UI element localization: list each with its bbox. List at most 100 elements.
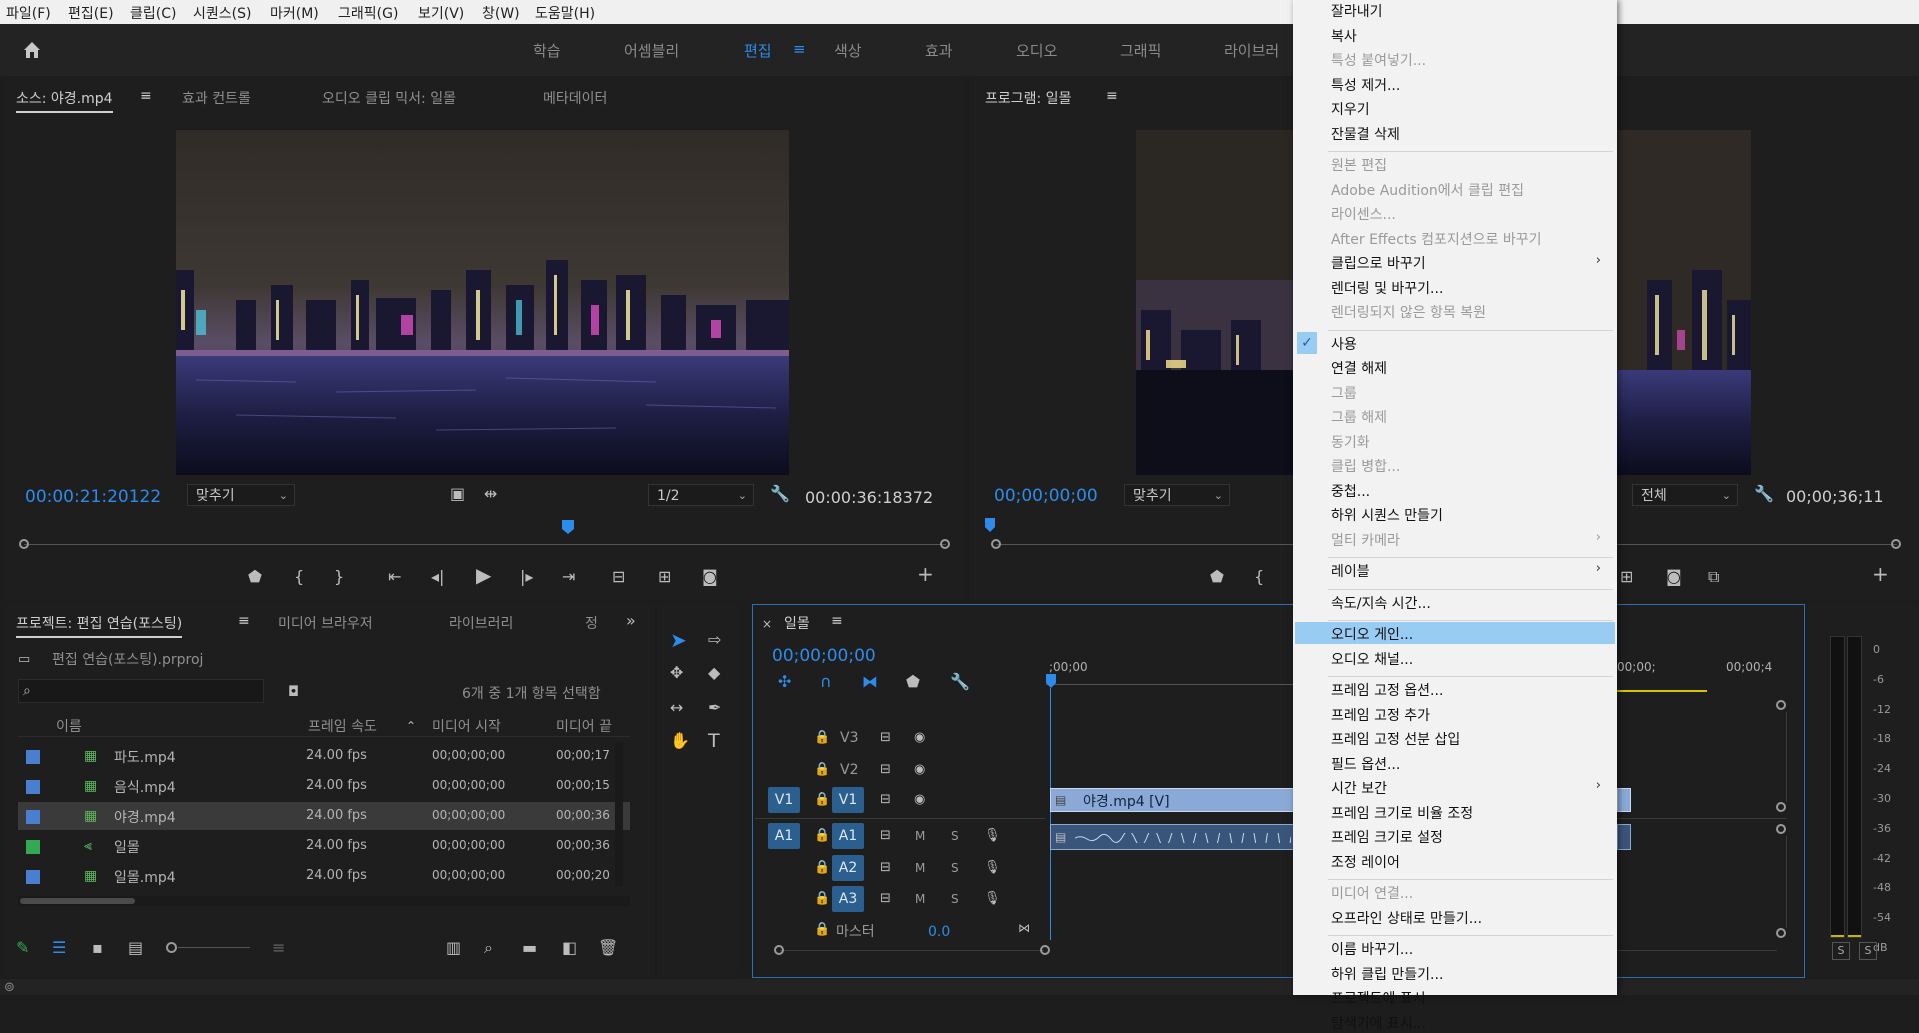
mute-button[interactable]: M xyxy=(915,861,925,875)
project-horizontal-scrollbar[interactable] xyxy=(18,896,630,906)
context-menu-item[interactable]: 프레임 크기로 비율 조정 xyxy=(1295,801,1615,823)
label-color-swatch[interactable] xyxy=(26,780,40,794)
sync-lock-icon[interactable]: ⊟ xyxy=(880,730,891,746)
context-menu-item[interactable]: 프레임 고정 추가 xyxy=(1295,703,1615,725)
workspace-effects[interactable]: 효과 xyxy=(925,40,953,61)
timeline-zoom-bar-right[interactable] xyxy=(1617,950,1777,951)
project-item-row[interactable]: ▦ 일몰.mp4 24.00 fps 00;00;00;00 00;00;20 xyxy=(18,862,630,890)
menu-sequence[interactable]: 시퀀스(S) xyxy=(193,3,251,23)
track-a2-label[interactable]: A2 xyxy=(832,855,864,881)
track-v3-label[interactable]: V3 xyxy=(840,730,858,746)
meter-solo-right[interactable]: S xyxy=(1859,942,1877,960)
vertical-scroll-track[interactable] xyxy=(1786,712,1787,802)
track-a1-label[interactable]: A1 xyxy=(832,823,864,849)
workspace-color[interactable]: 색상 xyxy=(834,40,862,61)
slip-tool-icon[interactable]: ↔ xyxy=(670,700,683,716)
context-menu-item[interactable]: 프레임 고정 선분 삽입 xyxy=(1295,727,1615,749)
meter-solo-left[interactable]: S xyxy=(1832,942,1850,960)
context-menu-item[interactable]: 레이블 › xyxy=(1295,559,1615,581)
sort-icon[interactable]: ≡ xyxy=(272,940,285,956)
panel-menu-icon[interactable]: ≡ xyxy=(831,613,843,629)
program-scrub-bar-right[interactable] xyxy=(1617,544,1897,545)
tab-info[interactable]: 정 xyxy=(585,613,598,633)
sync-lock-icon[interactable]: ⊟ xyxy=(880,860,891,876)
eye-icon[interactable]: ◉ xyxy=(914,762,925,778)
context-menu-item[interactable]: 중첩... xyxy=(1295,479,1615,501)
microphone-icon[interactable]: 🎙 xyxy=(984,891,1001,907)
mute-button[interactable]: M xyxy=(915,829,925,843)
column-media-start[interactable]: 미디어 시작 xyxy=(432,716,501,736)
project-search-input[interactable]: ⌕ xyxy=(18,679,264,703)
mark-in-icon[interactable]: { xyxy=(294,569,304,585)
solo-button[interactable]: S xyxy=(951,829,959,843)
nest-icon[interactable]: ✣ xyxy=(778,674,791,690)
timeline-zoom-handle-left[interactable] xyxy=(774,945,784,955)
item-name[interactable]: 음식.mp4 xyxy=(114,777,176,797)
source-scrub-bar[interactable] xyxy=(24,544,946,545)
home-icon[interactable] xyxy=(22,40,42,60)
track-v1-label[interactable]: V1 xyxy=(832,787,864,813)
timeline-timecode[interactable]: 00;00;00;00 xyxy=(772,646,876,666)
source-fit-dropdown[interactable]: 맞추기 ⌄ xyxy=(187,484,295,506)
program-scrub-bar[interactable] xyxy=(996,544,1293,545)
tab-project[interactable]: 프로젝트: 편집 연습(포스팅) xyxy=(16,613,183,638)
project-item-row[interactable]: ▦ 파도.mp4 24.00 fps 00;00;00;00 00;00;17 xyxy=(18,742,630,770)
wrench-icon[interactable]: 🔧 xyxy=(1754,486,1774,502)
video-clip-end[interactable] xyxy=(1617,788,1631,812)
menu-help[interactable]: 도움말(H) xyxy=(535,3,595,23)
timeline-zoom-bar[interactable] xyxy=(780,950,1044,951)
lock-icon[interactable]: 🔒 xyxy=(814,730,830,746)
project-item-row[interactable]: ⫷ 일몰 24.00 fps 00;00;00;00 00;00;36 xyxy=(18,832,630,860)
vertical-zoom-handle-top[interactable] xyxy=(1776,700,1786,710)
workspace-audio[interactable]: 오디오 xyxy=(1016,40,1057,61)
menu-clip[interactable]: 클립(C) xyxy=(130,3,176,23)
source-video-frame[interactable] xyxy=(176,130,789,475)
menu-view[interactable]: 보기(V) xyxy=(418,3,464,23)
panel-menu-icon[interactable]: ≡ xyxy=(238,613,250,629)
tab-media-browser[interactable]: 미디어 브라우저 xyxy=(278,613,373,633)
linked-selection-icon[interactable]: ⧓ xyxy=(862,674,878,690)
source-timecode[interactable]: 00:00:21:20122 xyxy=(25,487,161,507)
play-icon[interactable]: ▶ xyxy=(476,565,491,585)
step-back-icon[interactable]: ◂| xyxy=(431,569,444,585)
timeline-settings-icon[interactable]: 🔧 xyxy=(950,674,970,690)
context-menu-item[interactable]: 시간 보간 › xyxy=(1295,776,1615,798)
menu-edit[interactable]: 편집(E) xyxy=(68,3,114,23)
close-icon[interactable]: × xyxy=(762,616,772,632)
lock-icon[interactable]: 🔒 xyxy=(814,792,830,808)
go-to-out-icon[interactable]: ⇥ xyxy=(562,569,575,585)
context-menu-item[interactable]: 오디오 게인... xyxy=(1295,622,1615,644)
audio-zoom-handle-bottom[interactable] xyxy=(1776,928,1786,938)
menu-file[interactable]: 파일(F) xyxy=(6,3,51,23)
source-patch-a1[interactable]: A1 xyxy=(768,823,800,849)
hand-tool-icon[interactable]: ✋ xyxy=(670,733,690,749)
panel-menu-icon[interactable]: ≡ xyxy=(1106,88,1118,104)
program-zoom-handle-right[interactable] xyxy=(1891,539,1901,549)
context-menu-item[interactable]: 하위 시퀀스 만들기 xyxy=(1295,503,1615,525)
camera-icon[interactable]: ◙ xyxy=(702,569,718,585)
work-area-bar[interactable] xyxy=(1617,690,1707,692)
pencil-icon[interactable]: ✎ xyxy=(16,940,29,956)
context-menu-item[interactable]: 잘라내기 xyxy=(1295,0,1615,21)
track-select-tool-icon[interactable]: ⇨ xyxy=(708,632,721,648)
timeline-playhead[interactable] xyxy=(1046,674,1056,688)
track-a3-label[interactable]: A3 xyxy=(832,886,864,912)
context-menu-item[interactable]: 하위 클립 만들기... xyxy=(1295,962,1615,984)
audio-clip-end[interactable] xyxy=(1617,824,1631,850)
context-menu-item[interactable]: ✓ 사용 xyxy=(1295,331,1615,354)
program-zoom-handle-left[interactable] xyxy=(991,539,1001,549)
source-zoom-handle-right[interactable] xyxy=(940,539,950,549)
context-menu-item[interactable]: 필드 옵션... xyxy=(1295,752,1615,774)
lock-icon[interactable]: 🔒 xyxy=(814,891,830,907)
context-menu-item[interactable]: 클립으로 바꾸기 › xyxy=(1295,251,1615,273)
solo-button[interactable]: S xyxy=(951,892,959,906)
vertical-zoom-handle-bottom[interactable] xyxy=(1776,802,1786,812)
list-view-icon[interactable]: ☰ xyxy=(52,940,66,956)
context-menu-item[interactable]: 연결 해제 xyxy=(1295,356,1615,378)
add-button-icon[interactable]: + xyxy=(917,564,934,584)
go-to-out-icon[interactable]: ⋈ xyxy=(1018,920,1030,936)
label-color-swatch[interactable] xyxy=(26,840,40,854)
pen-tool-icon[interactable]: ✒ xyxy=(708,700,721,716)
project-item-row[interactable]: ▦ 야경.mp4 24.00 fps 00;00;00;00 00;00;36 xyxy=(18,802,630,830)
item-name[interactable]: 파도.mp4 xyxy=(114,747,176,767)
